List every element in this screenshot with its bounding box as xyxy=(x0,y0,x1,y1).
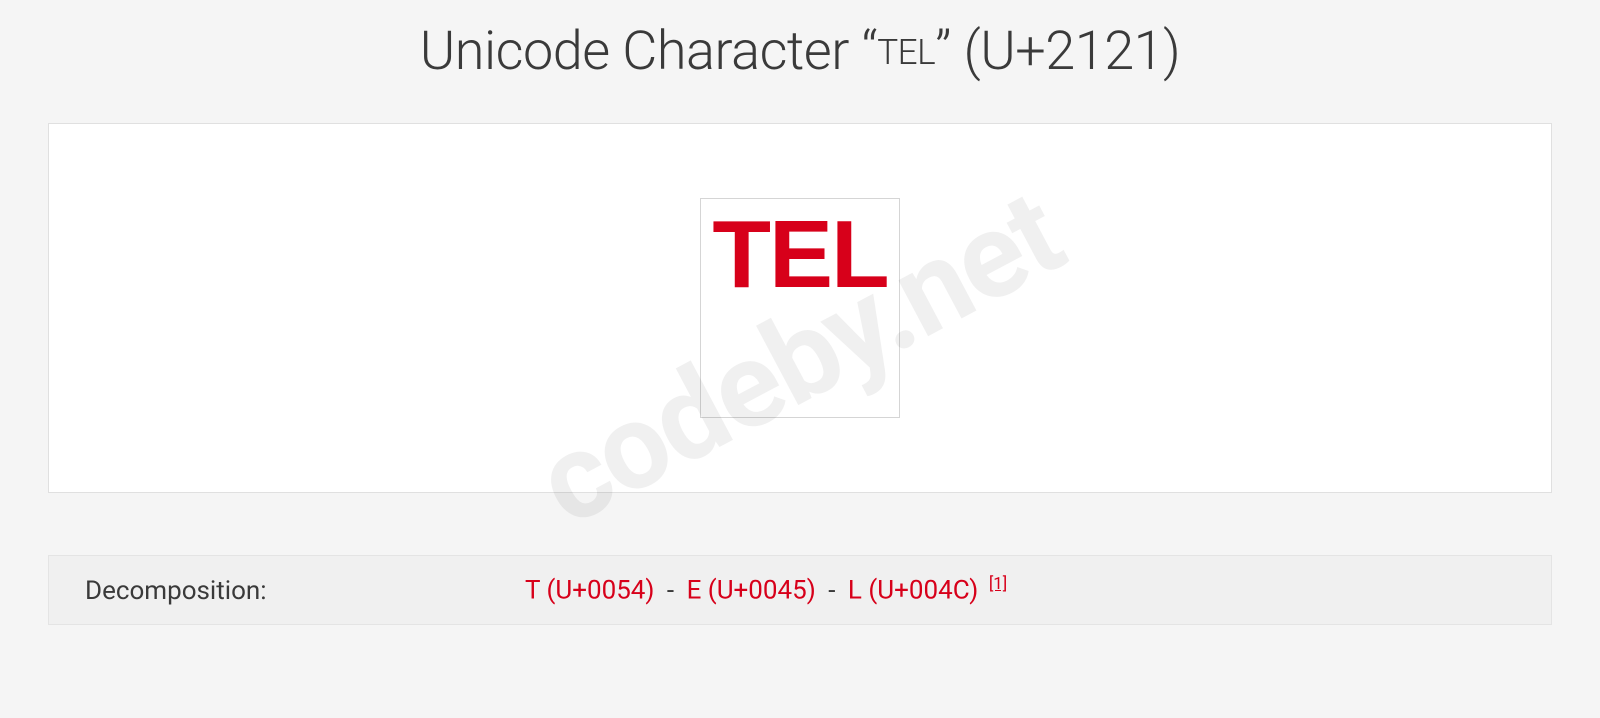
content-wrap: TEL Decomposition: T (U+0054) - E (U+004… xyxy=(0,123,1600,625)
decomposition-link-e[interactable]: E (U+0045) xyxy=(687,576,816,606)
title-suffix: ” (U+2121) xyxy=(935,20,1180,83)
decomposition-value: T (U+0054) - E (U+0045) - L (U+004C) [1] xyxy=(525,574,1007,606)
decomposition-label: Decomposition: xyxy=(85,576,525,606)
glyph-frame: TEL xyxy=(700,198,900,418)
title-prefix: Unicode Character “ xyxy=(420,20,877,83)
separator: - xyxy=(822,576,841,606)
page-title: Unicode Character “TEL” (U+2121) xyxy=(0,0,1600,123)
decomposition-link-l[interactable]: L (U+004C) xyxy=(848,576,978,606)
decomposition-row: Decomposition: T (U+0054) - E (U+0045) -… xyxy=(48,555,1552,625)
separator: - xyxy=(661,576,680,606)
reference-link[interactable]: [1] xyxy=(985,574,1007,594)
character-display-box: TEL xyxy=(48,123,1552,493)
decomposition-link-t[interactable]: T (U+0054) xyxy=(525,576,654,606)
title-glyph: TEL xyxy=(877,31,935,73)
big-glyph: TEL xyxy=(712,207,887,303)
